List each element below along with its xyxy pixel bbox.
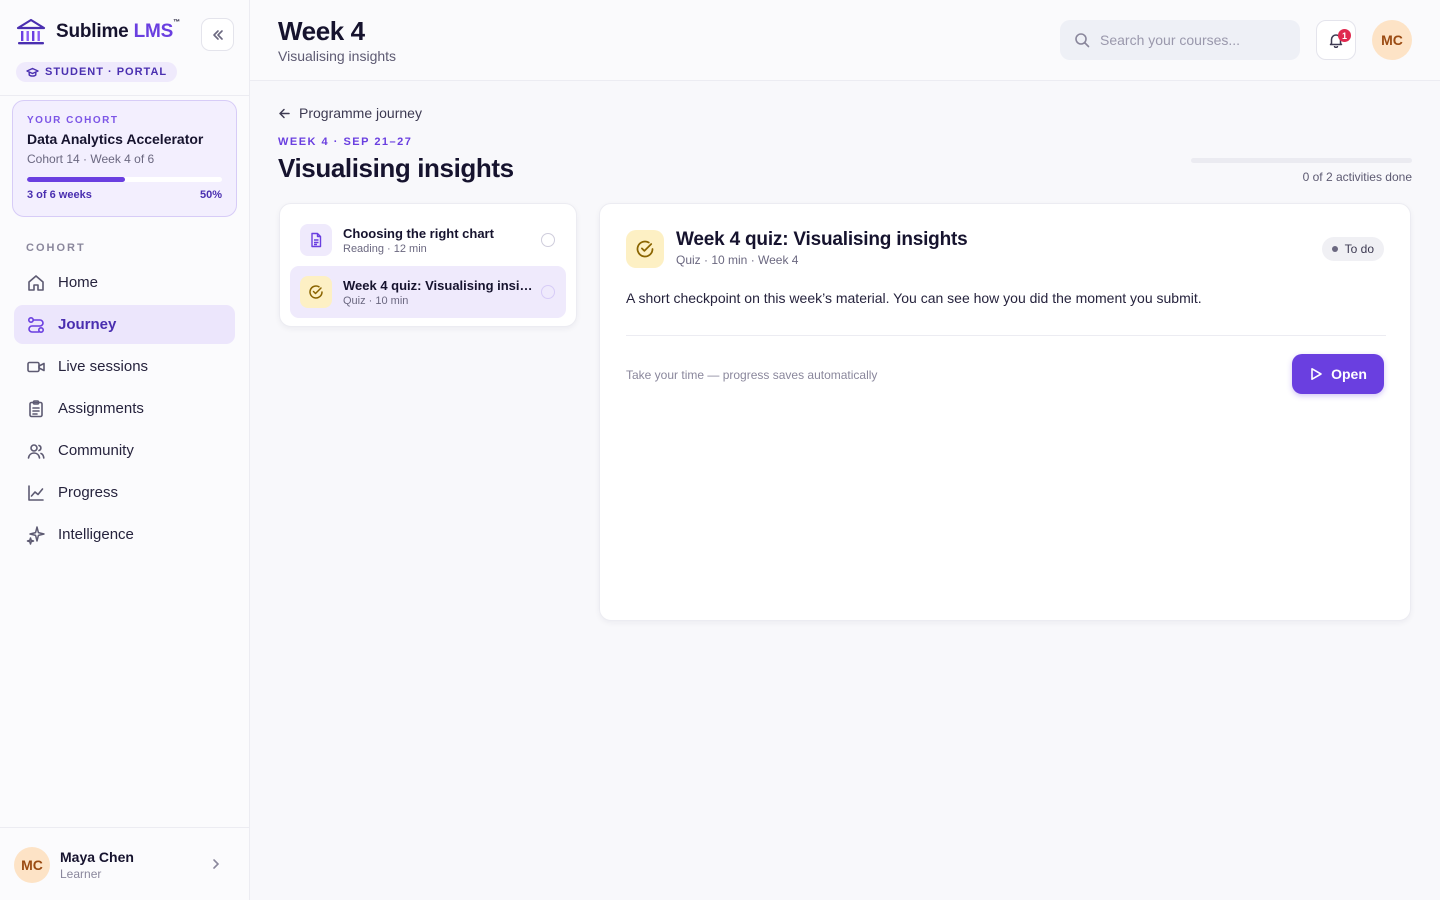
activity-list: Choosing the right chart Reading · 12 mi…: [279, 203, 577, 327]
activities-progress-label: 0 of 2 activities done: [1302, 170, 1412, 184]
arrow-left-icon: [278, 107, 291, 120]
sidebar-item-journey[interactable]: Journey: [14, 305, 235, 344]
portal-badge: STUDENT · PORTAL: [16, 62, 178, 82]
open-button-label: Open: [1331, 366, 1367, 382]
brand-logo[interactable]: Sublime LMS™: [16, 18, 180, 46]
profile-avatar[interactable]: MC: [1372, 20, 1412, 60]
avatar: MC: [14, 847, 50, 883]
sidebar-item-live-sessions[interactable]: Live sessions: [14, 347, 235, 386]
check-circle-icon: [626, 230, 664, 268]
cohort-progress-bar: [27, 177, 222, 182]
cohort-progress-text: 3 of 6 weeks: [27, 189, 92, 201]
route-icon: [26, 315, 46, 335]
autosave-hint: Take your time — progress saves automati…: [626, 368, 878, 382]
activity-detail-meta: Quiz · 10 min · Week 4: [676, 253, 799, 267]
sidebar-item-home[interactable]: Home: [14, 263, 235, 302]
sidebar-item-label: Journey: [58, 316, 117, 333]
sidebar-item-assignments[interactable]: Assignments: [14, 389, 235, 428]
sidebar-item-label: Intelligence: [58, 526, 134, 543]
chevron-right-icon: [209, 857, 223, 871]
back-link-label: Programme journey: [299, 105, 422, 121]
completion-indicator: [541, 233, 555, 247]
check-circle-icon: [300, 276, 332, 308]
cohort-eyebrow: YOUR COHORT: [27, 115, 119, 126]
status-dot-icon: [1331, 246, 1338, 252]
back-link[interactable]: Programme journey: [278, 105, 422, 121]
sidebar-item-intelligence[interactable]: Intelligence: [14, 515, 235, 554]
home-icon: [26, 273, 46, 293]
cohort-name: Data Analytics Accelerator: [27, 131, 204, 147]
activity-item-reading[interactable]: Choosing the right chart Reading · 12 mi…: [290, 214, 566, 266]
sidebar-item-label: Home: [58, 274, 99, 291]
collapse-sidebar-button[interactable]: [201, 18, 234, 51]
cohort-progress-percent: 50%: [199, 189, 222, 201]
brand-name: Sublime LMS™: [56, 19, 180, 42]
open-button[interactable]: Open: [1292, 354, 1384, 394]
sidebar-nav: Home Journey Live sessions Assignments C…: [14, 263, 235, 557]
activity-detail-title: Week 4 quiz: Visualising insights: [676, 229, 968, 250]
sidebar-item-progress[interactable]: Progress: [14, 473, 235, 512]
cohort-progress-fill: [27, 177, 125, 182]
completion-indicator: [541, 285, 555, 299]
activity-item-quiz[interactable]: Week 4 quiz: Visualising insights Quiz ·…: [290, 266, 566, 318]
topbar: Week 4 Visualising insights 1 MC: [250, 0, 1440, 81]
sparkles-icon: [26, 525, 46, 545]
activities-progress-bar: [1191, 158, 1412, 163]
detail-divider: [626, 335, 1386, 336]
activity-title: Choosing the right chart: [343, 225, 494, 241]
search-input[interactable]: [1100, 32, 1290, 48]
cohort-meta: Cohort 14 · Week 4 of 6: [27, 152, 155, 166]
user-role: Learner: [60, 867, 102, 881]
sidebar-item-label: Live sessions: [58, 358, 149, 375]
page-title: Week 4: [278, 16, 365, 46]
user-menu[interactable]: MC Maya Chen Learner: [14, 845, 235, 885]
search-box[interactable]: [1060, 20, 1300, 60]
activity-detail-card: Week 4 quiz: Visualising insights Quiz ·…: [599, 203, 1411, 621]
video-icon: [26, 357, 46, 377]
week-eyebrow: WEEK 4 · SEP 21–27: [278, 136, 413, 148]
graduation-cap-icon: [26, 67, 39, 78]
activity-meta: Quiz · 10 min: [343, 294, 409, 307]
page-subtitle: Visualising insights: [278, 48, 397, 64]
sidebar-divider: [0, 95, 249, 96]
play-icon: [1309, 367, 1323, 381]
sidebar-item-label: Assignments: [58, 400, 144, 417]
users-icon: [26, 441, 46, 461]
activity-meta: Reading · 12 min: [343, 242, 427, 255]
nav-heading: COHORT: [26, 242, 86, 254]
cohort-card[interactable]: YOUR COHORT Data Analytics Accelerator C…: [12, 100, 237, 217]
notifications-button[interactable]: 1: [1316, 20, 1356, 60]
chevrons-left-icon: [211, 28, 225, 42]
section-title: Visualising insights: [278, 153, 514, 183]
activity-description: A short checkpoint on this week’s materi…: [626, 290, 1202, 306]
chart-icon: [26, 483, 46, 503]
user-name: Maya Chen: [60, 849, 134, 865]
search-icon: [1074, 32, 1090, 48]
sidebar-item-label: Community: [58, 442, 134, 459]
institution-icon: [16, 18, 46, 46]
sidebar-footer-divider: [0, 827, 249, 828]
activity-title: Week 4 quiz: Visualising insights: [343, 277, 533, 293]
clipboard-icon: [26, 399, 46, 419]
sidebar-item-label: Progress: [58, 484, 119, 501]
sidebar-item-community[interactable]: Community: [14, 431, 235, 470]
status-badge: To do: [1321, 237, 1384, 261]
document-icon: [300, 224, 332, 256]
sidebar: Sublime LMS™ STUDENT · PORTAL YOUR COHOR…: [0, 0, 250, 900]
notification-count-badge: 1: [1338, 29, 1351, 42]
